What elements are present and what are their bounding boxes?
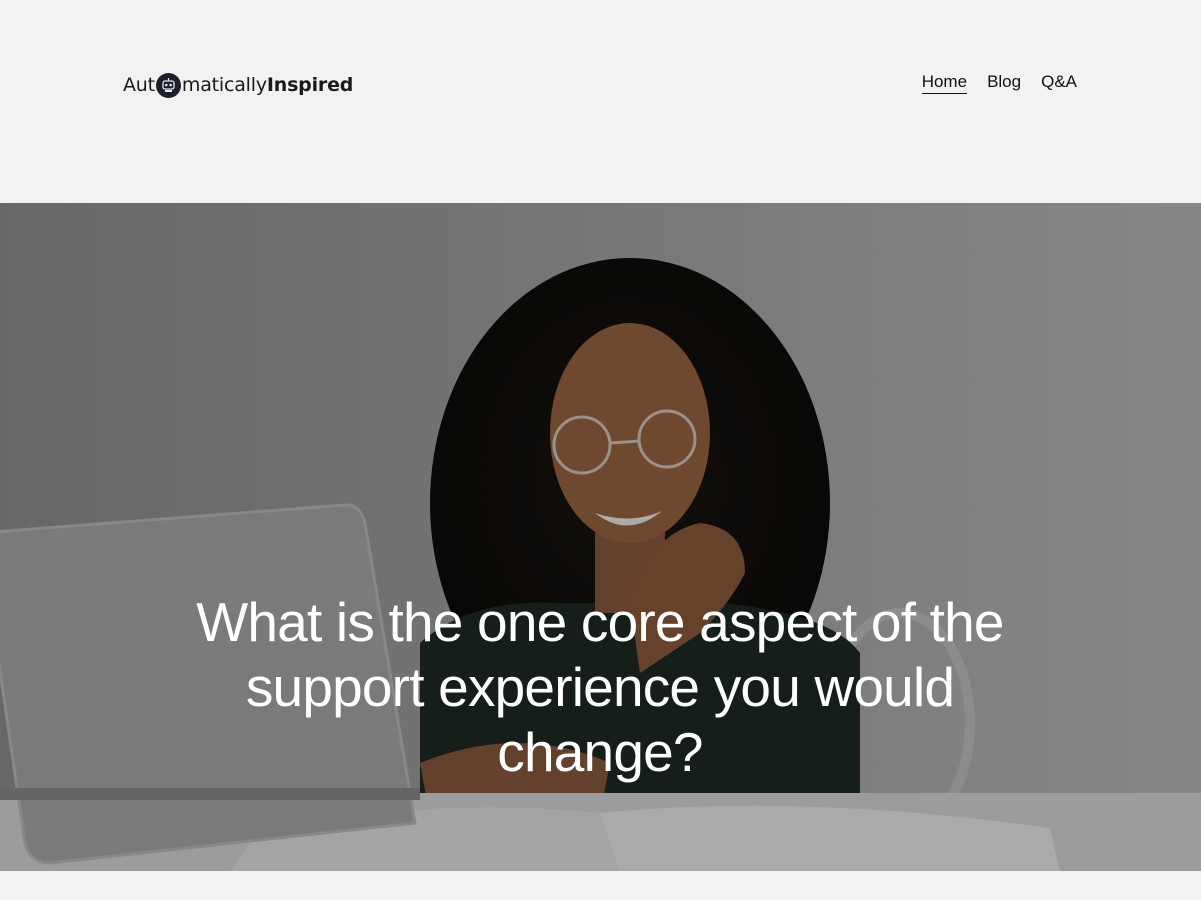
nav-blog-link[interactable]: Blog: [987, 72, 1021, 94]
nav-home-link[interactable]: Home: [921, 72, 968, 94]
logo-text-middle: matically: [181, 74, 267, 96]
logo-text-prefix: Aut: [123, 74, 155, 96]
logo-text-bold: Inspired: [266, 74, 354, 96]
hero-banner: What is the one core aspect of the suppo…: [0, 203, 1201, 871]
nav-qa-link[interactable]: Q&A: [1041, 72, 1077, 94]
main-navigation: Home Blog Q&A: [921, 72, 1077, 94]
hero-title: What is the one core aspect of the suppo…: [196, 591, 1004, 783]
site-logo[interactable]: Aut matically Inspired: [123, 70, 353, 100]
robot-logo-icon: [155, 72, 181, 98]
page-bottom-strip: [0, 871, 1201, 900]
site-header: Aut matically Inspired Home Blog Q&A: [0, 0, 1201, 203]
